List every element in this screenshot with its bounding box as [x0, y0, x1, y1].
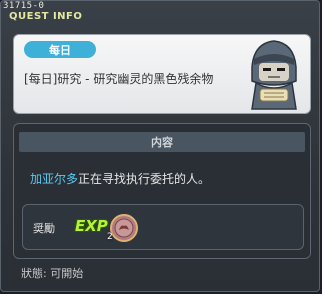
quest-id: 31715-0 — [3, 1, 45, 11]
window-title: QUEST INFO — [9, 11, 83, 22]
daily-badge: 每日 — [24, 41, 96, 58]
exp-reward: EXP — [75, 217, 108, 235]
reward-item-count: 2 — [107, 232, 113, 242]
reward-item-icon[interactable] — [109, 213, 139, 243]
description-text: 正在寻找执行委托的人。 — [78, 172, 211, 186]
quest-info-window: 31715-0 QUEST INFO 每日 [每日]研究 - 研究幽灵的黑色残余… — [0, 0, 320, 292]
npc-name-link[interactable]: 加亚尔多 — [30, 172, 78, 186]
content-panel: 内容 加亚尔多正在寻找执行委托的人。 奨勵 EXP 2 — [13, 123, 311, 259]
quest-name: [每日]研究 - 研究幽灵的黑色残余物 — [24, 72, 214, 86]
reward-label: 奨勵 — [33, 222, 55, 235]
content-header: 内容 — [19, 132, 305, 152]
npc-portrait-icon — [251, 40, 297, 110]
quest-status: 狀態: 可開始 — [21, 267, 84, 280]
quest-description: 加亚尔多正在寻找执行委托的人。 — [30, 170, 210, 187]
reward-box: 奨勵 EXP 2 — [22, 204, 304, 250]
quest-header-panel: 每日 [每日]研究 - 研究幽灵的黑色残余物 — [13, 34, 311, 114]
